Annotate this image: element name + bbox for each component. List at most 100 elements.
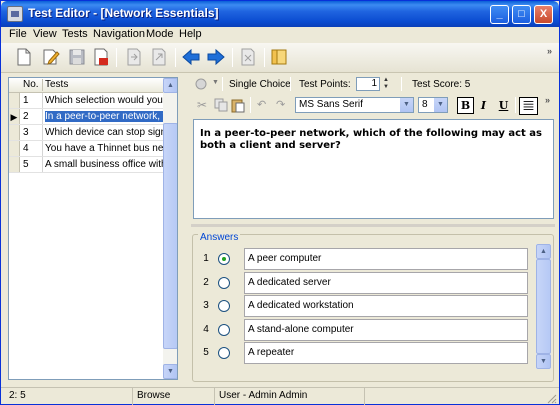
redo-icon[interactable]: ↷ [276,98,285,111]
row-number: 2 [23,111,29,122]
underline-button[interactable]: U [495,97,512,114]
undo-icon[interactable]: ↶ [257,98,266,111]
pane-splitter[interactable] [191,224,555,227]
chevron-down-icon[interactable]: ▼ [400,98,413,112]
dropdown-arrow-icon[interactable]: ▼ [212,79,219,86]
list-header: No. Tests [9,78,164,93]
row-question: Which selection would you us [45,95,164,106]
table-row[interactable]: ▶ 2 In a peer-to-peer network, whi [9,109,164,125]
table-row[interactable]: 3 Which device can stop signa [9,125,164,141]
row-question: In a peer-to-peer network, whi [45,111,164,122]
row-number: 3 [23,127,29,138]
toolbar-overflow-icon[interactable]: » [547,46,552,56]
answer-number: 1 [203,253,209,264]
new-icon[interactable] [14,47,34,67]
answer-text[interactable]: A stand-alone computer [244,319,528,341]
scroll-thumb[interactable] [163,123,177,349]
answer-radio[interactable] [218,253,230,265]
answer-text[interactable]: A repeater [244,342,528,364]
maximize-button[interactable]: □ [512,5,531,24]
paste-icon[interactable] [231,97,245,113]
answer-radio[interactable] [218,324,230,336]
menu-mode[interactable]: Mode [146,28,174,40]
status-mode: Browse [133,388,215,405]
test-points-label: Test Points: [299,79,351,90]
answer-text[interactable]: A dedicated server [244,272,528,294]
answer-row[interactable]: 2 A dedicated server [198,272,531,294]
menu-tests[interactable]: Tests [62,28,88,40]
questions-list: No. Tests 1 Which selection would you us… [8,77,178,380]
copy-icon[interactable] [214,98,228,112]
answer-radio[interactable] [218,347,230,359]
question-text[interactable]: In a peer-to-peer network, which of the … [193,119,554,219]
font-size-select[interactable]: 8 ▼ [418,97,448,113]
back-arrow-icon[interactable] [181,47,201,67]
italic-button[interactable]: I [475,97,492,114]
answer-text[interactable]: A peer computer [244,248,528,270]
app-window: Test Editor - [Network Essentials] _ □ X… [0,0,560,405]
scroll-up-icon[interactable]: ▲ [163,78,177,93]
resize-grip-icon[interactable] [545,392,557,404]
spin-down-icon[interactable]: ▼ [381,84,391,91]
menu-view[interactable]: View [33,28,57,40]
table-row[interactable]: 1 Which selection would you us [9,93,164,109]
align-justify-icon[interactable] [519,97,538,115]
answer-text[interactable]: A dedicated workstation [244,295,528,317]
row-indicator [9,125,20,140]
app-icon [7,6,23,22]
column-tests[interactable]: Tests [45,79,68,90]
answer-number: 4 [203,324,209,335]
delete-icon[interactable] [91,47,111,67]
spin-up-icon[interactable]: ▲ [381,77,391,84]
close-button[interactable]: X [534,5,553,24]
answer-radio[interactable] [218,300,230,312]
editor-toolbar-overflow-icon[interactable]: » [545,95,550,105]
question-type-icon[interactable] [194,77,210,91]
cut-icon[interactable]: ✂ [197,98,207,112]
menu-bar: File View Tests Navigation Mode Help [1,27,559,43]
status-bar: 2: 5 Browse User - Admin Admin [1,387,559,405]
import-icon[interactable] [149,47,169,67]
export-icon[interactable] [124,47,144,67]
row-indicator [9,141,20,156]
forward-arrow-icon[interactable] [206,47,226,67]
font-name-select[interactable]: MS Sans Serif ▼ [295,97,414,113]
answer-row[interactable]: 1 A peer computer [198,248,531,270]
menu-navigation[interactable]: Navigation [93,28,145,40]
answer-row[interactable]: 3 A dedicated workstation [198,295,531,317]
scroll-thumb[interactable] [536,259,551,354]
answer-radio[interactable] [218,277,230,289]
book-icon[interactable] [269,47,289,67]
menu-file[interactable]: File [9,28,27,40]
question-type: Single Choice [229,79,291,90]
scroll-down-icon[interactable]: ▼ [536,354,551,369]
toolbar-separator [175,48,176,67]
remove-icon[interactable] [238,47,258,67]
answer-row[interactable]: 4 A stand-alone computer [198,319,531,341]
status-user: User - Admin Admin [215,388,365,405]
bold-button[interactable]: B [457,97,474,114]
toolbar-separator [232,48,233,67]
menu-help[interactable]: Help [179,28,202,40]
minimize-button[interactable]: _ [490,5,509,24]
edit-icon[interactable] [41,47,61,67]
answers-scrollbar[interactable]: ▲ ▼ [536,244,551,369]
test-points-input[interactable]: 1 [356,77,380,91]
answer-row[interactable]: 5 A repeater [198,342,531,364]
font-size-value: 8 [422,99,428,110]
save-icon[interactable] [67,47,87,67]
row-question: Which device can stop signa [45,127,164,138]
list-scrollbar[interactable]: ▲ ▼ [163,78,177,379]
toolbar-separator [264,48,265,67]
scroll-down-icon[interactable]: ▼ [163,364,177,379]
table-row[interactable]: 4 You have a Thinnet bus netw [9,141,164,157]
chevron-down-icon[interactable]: ▼ [434,98,447,112]
table-row[interactable]: 5 A small business office with se [9,157,164,173]
answer-number: 3 [203,300,209,311]
answers-label: Answers [198,232,241,243]
row-number: 4 [23,143,29,154]
scroll-up-icon[interactable]: ▲ [536,244,551,259]
title-bar[interactable]: Test Editor - [Network Essentials] _ □ X [1,1,559,27]
column-no[interactable]: No. [23,79,39,90]
row-number: 5 [23,159,29,170]
